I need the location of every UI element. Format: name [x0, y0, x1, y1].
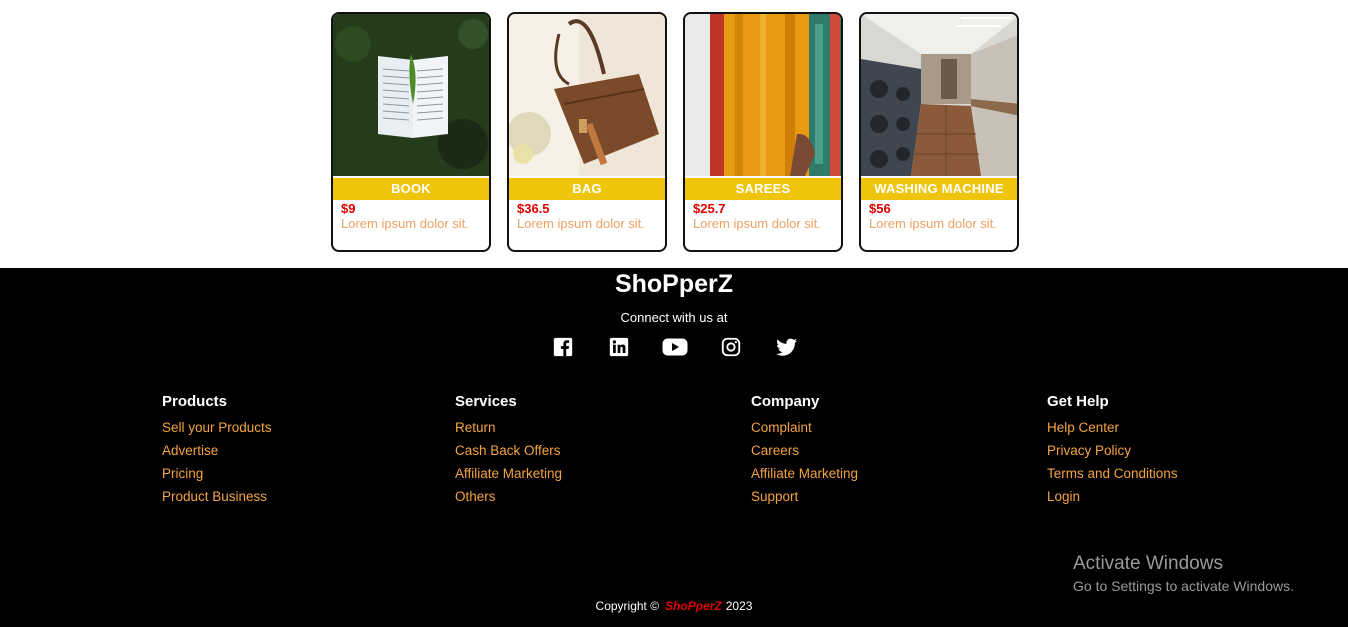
- footer-column-company: Company Complaint Careers Affiliate Mark…: [751, 393, 858, 508]
- footer-brand: ShoPperZ: [614, 270, 734, 298]
- product-card-bag[interactable]: BAG $36.5 Lorem ipsum dolor sit.: [507, 12, 667, 252]
- product-card-sarees[interactable]: SAREES $25.7 Lorem ipsum dolor sit.: [683, 12, 843, 252]
- copyright-prefix: Copyright ©: [595, 599, 660, 613]
- footer-column-services: Services Return Cash Back Offers Affilia…: [455, 393, 562, 508]
- product-price: $25.7: [693, 201, 726, 216]
- footer-link-product-business[interactable]: Product Business: [162, 485, 272, 508]
- social-links: [552, 336, 802, 358]
- product-price: $9: [341, 201, 356, 216]
- footer-link-advertise[interactable]: Advertise: [162, 439, 272, 462]
- product-image-sarees[interactable]: [685, 14, 841, 176]
- product-name: WASHING MACHINE: [861, 178, 1017, 200]
- product-card-book[interactable]: BOOK $9 Lorem ipsum dolor sit.: [331, 12, 491, 252]
- footer-link-support[interactable]: Support: [751, 485, 858, 508]
- product-description: Lorem ipsum dolor sit.: [869, 216, 997, 231]
- product-name: BAG: [509, 178, 665, 200]
- footer-link-pricing[interactable]: Pricing: [162, 462, 272, 485]
- linkedin-icon[interactable]: [608, 336, 630, 358]
- footer-link-sell-your-products[interactable]: Sell your Products: [162, 416, 272, 439]
- footer-link-others[interactable]: Others: [455, 485, 562, 508]
- column-heading: Services: [455, 393, 517, 410]
- footer-link-cash-back-offers[interactable]: Cash Back Offers: [455, 439, 562, 462]
- activate-windows-subtitle: Go to Settings to activate Windows.: [1073, 578, 1294, 594]
- product-description: Lorem ipsum dolor sit.: [693, 216, 821, 231]
- product-name: SAREES: [685, 178, 841, 200]
- facebook-icon[interactable]: [552, 336, 574, 358]
- activate-windows-watermark: Activate Windows Go to Settings to activ…: [1073, 553, 1294, 597]
- connect-text: Connect with us at: [620, 310, 728, 325]
- copyright-brand: ShoPperZ: [665, 599, 722, 613]
- product-section: BOOK $9 Lorem ipsum dolor sit. BAG $36.5…: [0, 0, 1348, 268]
- footer-link-help-center[interactable]: Help Center: [1047, 416, 1178, 439]
- product-card-washing-machine[interactable]: WASHING MACHINE $56 Lorem ipsum dolor si…: [859, 12, 1019, 252]
- product-price: $36.5: [517, 201, 550, 216]
- youtube-icon[interactable]: [662, 336, 688, 358]
- activate-windows-title: Activate Windows: [1073, 553, 1223, 574]
- product-image-book[interactable]: [333, 14, 489, 176]
- footer-link-terms-and-conditions[interactable]: Terms and Conditions: [1047, 462, 1178, 485]
- footer-link-return[interactable]: Return: [455, 416, 562, 439]
- footer-link-privacy-policy[interactable]: Privacy Policy: [1047, 439, 1178, 462]
- footer-column-get-help: Get Help Help Center Privacy Policy Term…: [1047, 393, 1178, 508]
- column-heading: Products: [162, 393, 228, 410]
- column-heading: Get Help: [1047, 393, 1109, 410]
- twitter-icon[interactable]: [776, 336, 798, 358]
- footer-link-complaint[interactable]: Complaint: [751, 416, 858, 439]
- product-image-washing-machine[interactable]: [861, 14, 1017, 176]
- footer-link-login[interactable]: Login: [1047, 485, 1178, 508]
- instagram-icon[interactable]: [720, 336, 742, 358]
- footer-column-products: Products Sell your Products Advertise Pr…: [162, 393, 272, 508]
- copyright-year: 2023: [725, 599, 753, 613]
- footer-link-affiliate-marketing[interactable]: Affiliate Marketing: [455, 462, 562, 485]
- site-footer: ShoPperZ Connect with us at Products Sel…: [0, 268, 1348, 627]
- product-price: $56: [869, 201, 891, 216]
- product-description: Lorem ipsum dolor sit.: [341, 216, 469, 231]
- footer-link-affiliate-marketing[interactable]: Affiliate Marketing: [751, 462, 858, 485]
- product-name: BOOK: [333, 178, 489, 200]
- copyright: Copyright © ShoPperZ 2023: [0, 599, 1348, 613]
- product-description: Lorem ipsum dolor sit.: [517, 216, 645, 231]
- column-heading: Company: [751, 393, 820, 410]
- footer-link-careers[interactable]: Careers: [751, 439, 858, 462]
- product-image-bag[interactable]: [509, 14, 665, 176]
